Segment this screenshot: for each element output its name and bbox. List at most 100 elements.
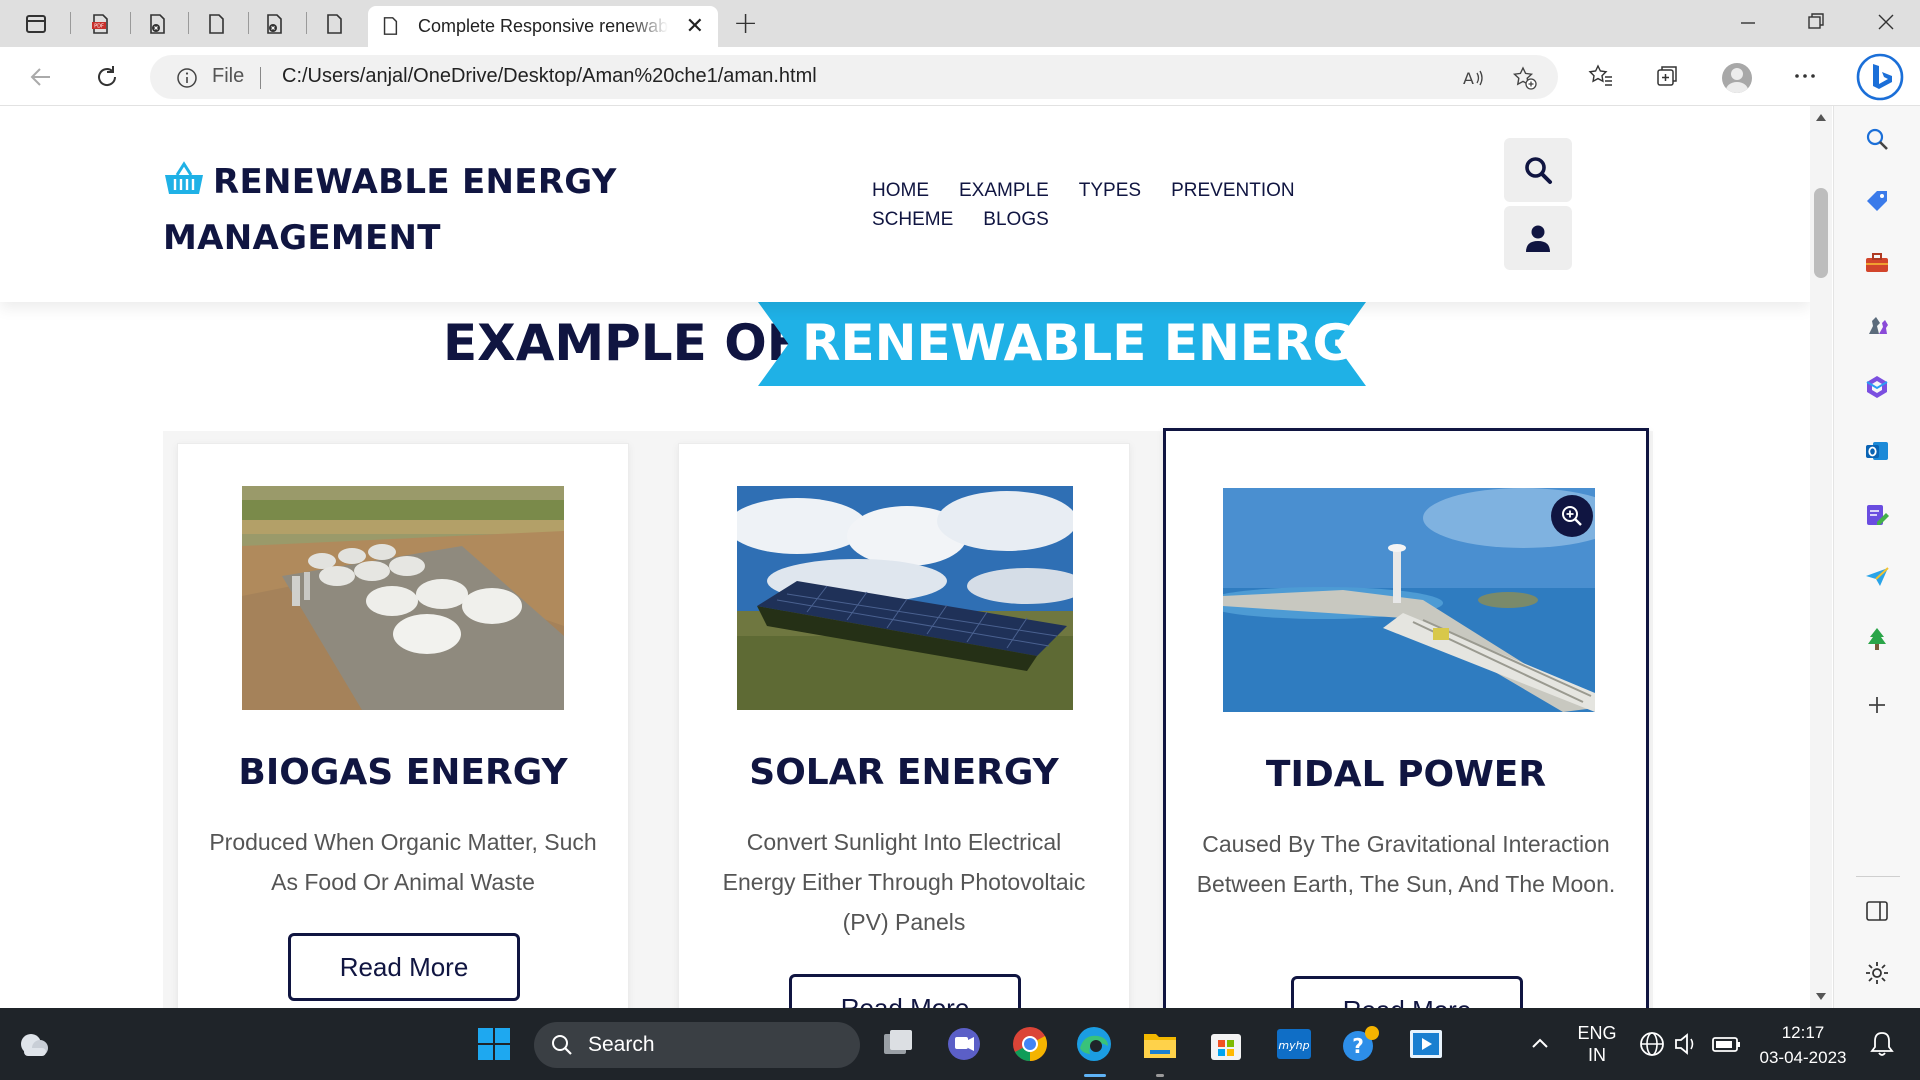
shopping-basket-icon — [165, 161, 203, 194]
tab-separator — [70, 12, 71, 34]
scroll-thumb[interactable] — [1814, 188, 1828, 278]
read-more-button[interactable]: Read More — [288, 933, 520, 1001]
bing-chat-icon[interactable] — [1856, 53, 1904, 101]
edge-running-indicator — [1084, 1074, 1106, 1077]
chrome-icon[interactable] — [1010, 1024, 1050, 1064]
main-navigation: HOME EXAMPLE TYPES PREVENTION SCHEME BLOGS — [872, 176, 1432, 234]
microsoft-365-icon[interactable] — [1862, 372, 1892, 402]
heading-highlight-text: RENEWABLE ENERGY — [802, 314, 1389, 372]
new-tab-button[interactable]: + — [733, 6, 758, 41]
tab-separator — [248, 12, 249, 34]
site-logo[interactable]: RENEWABLE ENERGY MANAGEMENT — [163, 154, 683, 266]
tools-briefcase-icon[interactable] — [1862, 248, 1892, 278]
url-text[interactable]: C:/Users/anjal/OneDrive/Desktop/Aman%20c… — [282, 65, 817, 88]
logo-text-line2: MANAGEMENT — [163, 218, 441, 258]
url-field[interactable]: File C:/Users/anjal/OneDrive/Desktop/Ama… — [150, 55, 1558, 99]
page-scrollbar[interactable] — [1810, 106, 1832, 1008]
clock-time: 12:17 — [1781, 1023, 1825, 1042]
page-tab-icon[interactable] — [202, 10, 230, 38]
weather-cloud-icon[interactable] — [14, 1024, 54, 1064]
battery-icon[interactable] — [1706, 1024, 1746, 1064]
more-options-icon[interactable] — [1790, 61, 1820, 91]
read-more-button[interactable]: Read More — [789, 974, 1021, 1008]
explorer-running-indicator — [1156, 1074, 1164, 1077]
microsoft-store-icon[interactable] — [1206, 1024, 1246, 1064]
teams-chat-icon[interactable] — [944, 1024, 984, 1064]
add-favorite-icon[interactable] — [1512, 65, 1538, 91]
myhp-icon[interactable]: myhp — [1274, 1024, 1314, 1064]
blocked-page-tab-icon[interactable] — [260, 10, 288, 38]
taskbar-search-box[interactable]: Search — [534, 1022, 860, 1068]
pdf-tab-icon[interactable]: PDF — [86, 10, 114, 38]
svg-text:?: ? — [1352, 1034, 1364, 1058]
nav-link-blogs[interactable]: BLOGS — [983, 205, 1048, 234]
task-view-icon[interactable] — [878, 1024, 918, 1064]
add-sidebar-app-icon[interactable] — [1862, 690, 1892, 720]
profile-avatar[interactable] — [1722, 63, 1752, 93]
search-icon — [1525, 157, 1552, 184]
blocked-page-tab-icon[interactable] — [143, 10, 171, 38]
show-hidden-icons-chevron-icon[interactable] — [1520, 1024, 1560, 1064]
card-tidal-power: TIDAL POWER Caused By The Gravitational … — [1163, 428, 1649, 1008]
read-more-button[interactable]: Read More — [1291, 976, 1523, 1008]
active-tab[interactable]: Complete Responsive renewable energy ✕ — [368, 6, 718, 47]
sidebar-search-icon[interactable] — [1862, 124, 1892, 154]
minimize-icon[interactable] — [1728, 6, 1768, 42]
nav-link-home[interactable]: HOME — [872, 176, 929, 205]
favorites-icon[interactable] — [1586, 61, 1616, 91]
volume-icon[interactable] — [1666, 1024, 1706, 1064]
collections-icon[interactable] — [1652, 61, 1682, 91]
tab-separator — [188, 12, 189, 34]
card-title: BIOGAS ENERGY — [238, 752, 568, 793]
clock-date: 03-04-2023 — [1759, 1048, 1847, 1067]
card-description: Convert Sunlight Into Electrical Energy … — [722, 829, 1086, 935]
drop-compose-icon[interactable] — [1862, 500, 1892, 530]
outlook-icon[interactable] — [1862, 436, 1892, 466]
scroll-down-arrow-icon[interactable] — [1816, 993, 1826, 1000]
card-description: Caused By The Gravitational Interaction … — [1196, 831, 1616, 897]
language-code: ENG — [1577, 1023, 1617, 1043]
section-heading: EXAMPLE OF RENEWABLE ENERGY — [0, 302, 1810, 392]
nav-link-example[interactable]: EXAMPLE — [959, 176, 1049, 205]
windows-start-icon[interactable] — [474, 1024, 514, 1064]
nav-link-prevention[interactable]: PREVENTION — [1171, 176, 1295, 205]
restore-icon[interactable] — [1796, 6, 1836, 42]
input-language-indicator[interactable]: ENG IN — [1572, 1022, 1622, 1066]
notification-bell-icon[interactable] — [1862, 1024, 1902, 1064]
hide-sidebar-icon[interactable] — [1862, 896, 1892, 926]
user-account-button[interactable] — [1504, 206, 1572, 270]
tree-icon[interactable] — [1862, 624, 1892, 654]
svg-text:myhp: myhp — [1278, 1039, 1309, 1052]
info-icon[interactable] — [176, 67, 198, 89]
close-tab-icon[interactable]: ✕ — [686, 14, 704, 39]
edge-sidebar — [1833, 106, 1920, 1008]
active-tab-title: Complete Responsive renewable energy — [418, 16, 668, 36]
send-paper-plane-icon[interactable] — [1862, 562, 1892, 592]
search-button[interactable] — [1504, 138, 1572, 202]
page-tab-icon[interactable] — [320, 10, 348, 38]
get-help-icon[interactable]: ? — [1340, 1024, 1380, 1064]
nav-link-scheme[interactable]: SCHEME — [872, 205, 953, 234]
tidal-power-station-image — [1223, 488, 1595, 712]
scroll-up-arrow-icon[interactable] — [1816, 114, 1826, 121]
card-biogas-energy: BIOGAS ENERGY Produced When Organic Matt… — [177, 443, 629, 1008]
address-bar-row: File C:/Users/anjal/OneDrive/Desktop/Ama… — [0, 47, 1920, 106]
svg-text:PDF: PDF — [94, 24, 104, 30]
system-clock[interactable]: 12:17 03-04-2023 — [1748, 1020, 1858, 1070]
nav-link-types[interactable]: TYPES — [1079, 176, 1141, 205]
taskbar-search-icon — [552, 1035, 572, 1055]
tab-actions-icon[interactable] — [22, 10, 50, 38]
refresh-icon[interactable] — [90, 60, 124, 94]
edge-browser-icon[interactable] — [1074, 1024, 1114, 1064]
region-code: IN — [1588, 1045, 1606, 1065]
shopping-tag-icon[interactable] — [1862, 186, 1892, 216]
zoom-in-button[interactable] — [1551, 495, 1593, 537]
read-aloud-icon[interactable]: A — [1460, 65, 1486, 91]
close-window-icon[interactable] — [1866, 6, 1906, 42]
media-player-icon[interactable] — [1406, 1024, 1446, 1064]
back-arrow-icon[interactable] — [24, 60, 58, 94]
file-explorer-icon[interactable] — [1140, 1024, 1180, 1064]
settings-gear-icon[interactable] — [1862, 958, 1892, 988]
games-icon[interactable] — [1862, 310, 1892, 340]
page-icon — [383, 17, 398, 35]
